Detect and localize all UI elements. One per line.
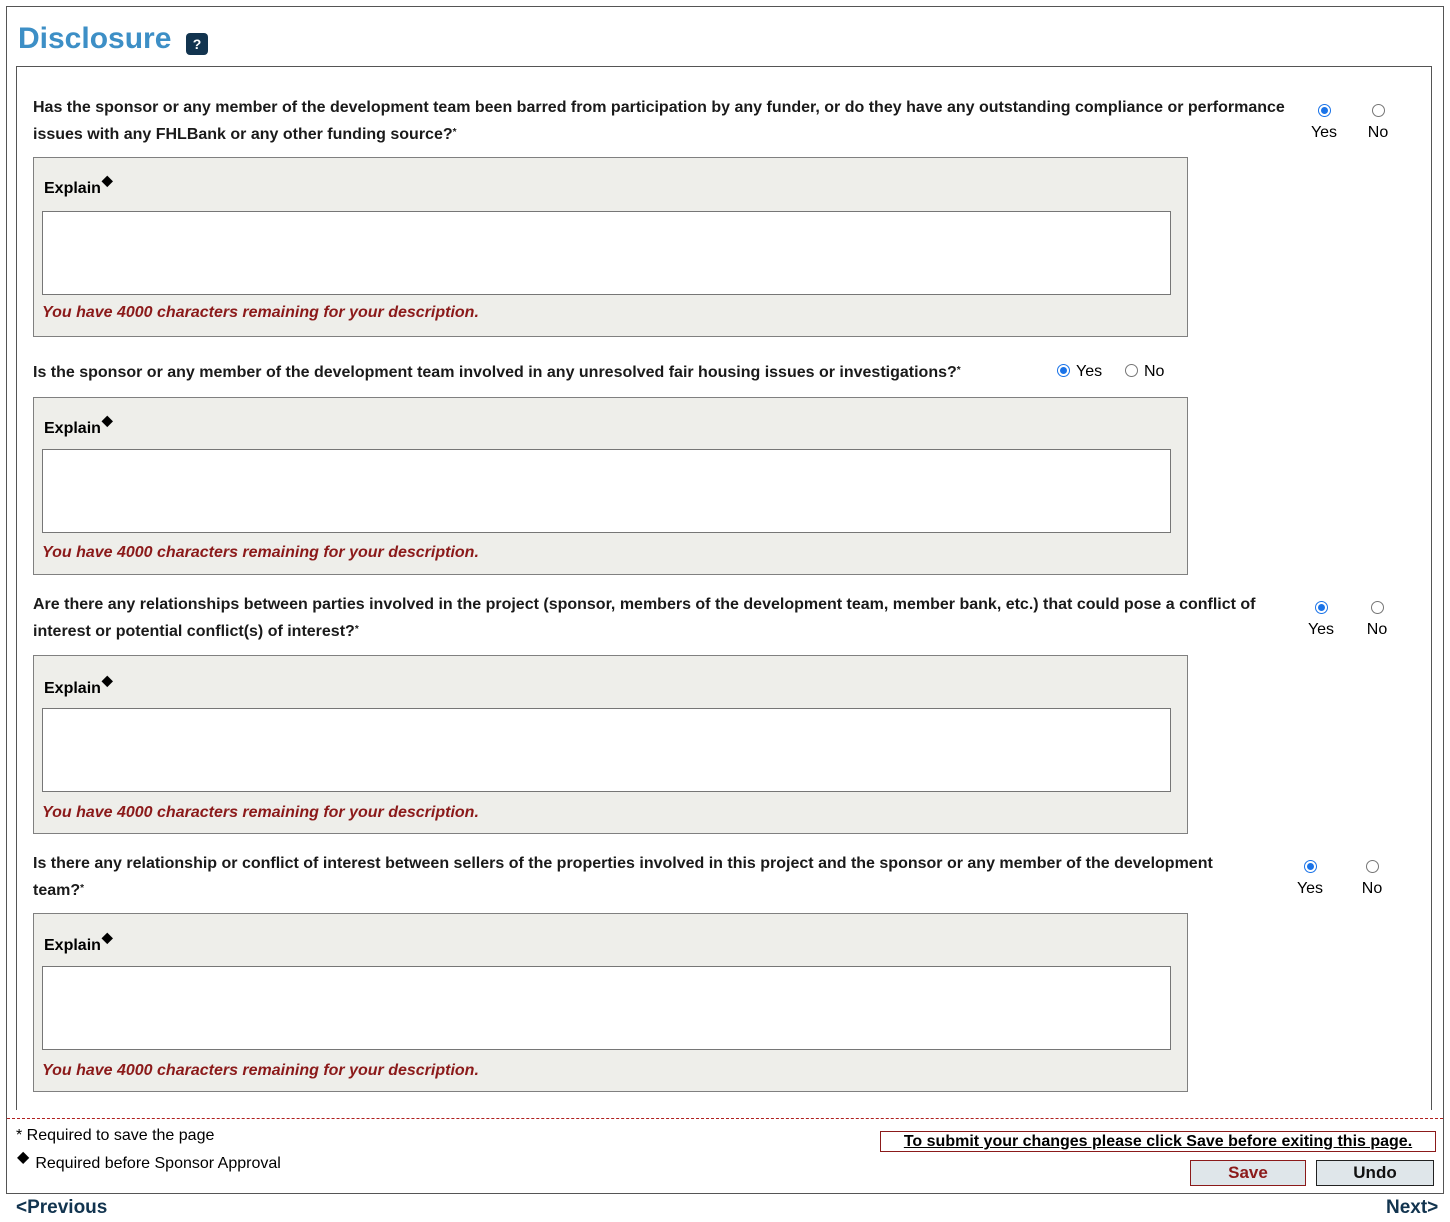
- explain-box-4: Explain◆ You have 4000 characters remain…: [33, 913, 1188, 1092]
- help-icon[interactable]: ?: [186, 33, 208, 55]
- question-3-no-radio[interactable]: [1370, 601, 1384, 614]
- characters-remaining: You have 4000 characters remaining for y…: [42, 804, 479, 821]
- question-3-yes-option[interactable]: Yes: [1301, 601, 1341, 639]
- required-diamond-icon: ◆: [101, 929, 113, 945]
- explain-box-2: Explain◆ You have 4000 characters remain…: [33, 397, 1188, 575]
- explain-textarea-1[interactable]: [42, 211, 1171, 295]
- yes-label: Yes: [1296, 880, 1324, 897]
- yes-label: Yes: [1076, 363, 1103, 380]
- question-2-label: Is the sponsor or any member of the deve…: [33, 364, 957, 381]
- no-label: No: [1366, 621, 1388, 638]
- characters-remaining: You have 4000 characters remaining for y…: [42, 544, 479, 561]
- no-label: No: [1144, 363, 1165, 380]
- required-asterisk: *: [354, 624, 359, 635]
- form-footer: * Required to save the page ◆ Required be…: [7, 1118, 1443, 1194]
- yes-label: Yes: [1310, 124, 1338, 141]
- required-diamond-icon: ◆: [101, 172, 113, 188]
- required-diamond-icon: ◆: [101, 412, 113, 428]
- question-2-no-radio[interactable]: [1125, 364, 1138, 377]
- question-2-yes-option[interactable]: Yes: [1057, 363, 1102, 381]
- explain-textarea-3[interactable]: [42, 708, 1171, 792]
- characters-remaining: You have 4000 characters remaining for y…: [42, 1062, 479, 1079]
- question-2-text: Is the sponsor or any member of the deve…: [33, 359, 961, 386]
- explain-label: Explain◆: [44, 412, 113, 438]
- question-4-yes-radio[interactable]: [1303, 860, 1317, 873]
- question-4-no-option[interactable]: No: [1352, 860, 1392, 898]
- no-label: No: [1367, 124, 1389, 141]
- explain-text: Explain: [44, 680, 101, 697]
- question-3-label: Are there any relationships between part…: [33, 596, 1256, 640]
- previous-link[interactable]: <Previous: [16, 1197, 107, 1219]
- required-diamond-icon: ◆: [17, 1149, 30, 1166]
- legend-approval-text: Required before Sponsor Approval: [35, 1155, 281, 1172]
- question-4-no-radio[interactable]: [1365, 860, 1379, 873]
- question-3-yes-radio[interactable]: [1314, 601, 1328, 614]
- question-3-text: Are there any relationships between part…: [33, 591, 1288, 645]
- explain-textarea-2[interactable]: [42, 449, 1171, 533]
- question-1-text: Has the sponsor or any member of the dev…: [33, 94, 1288, 148]
- next-link[interactable]: Next>: [1386, 1197, 1438, 1219]
- explain-box-3: Explain◆ You have 4000 characters remain…: [33, 655, 1188, 834]
- explain-text: Explain: [44, 420, 101, 437]
- explain-label: Explain◆: [44, 672, 113, 698]
- question-2-no-option[interactable]: No: [1125, 363, 1164, 381]
- explain-label: Explain◆: [44, 172, 113, 198]
- explain-textarea-4[interactable]: [42, 966, 1171, 1050]
- save-button[interactable]: Save: [1190, 1160, 1306, 1186]
- explain-text: Explain: [44, 180, 101, 197]
- question-1-yes-option[interactable]: Yes: [1304, 104, 1344, 142]
- required-asterisk: *: [452, 127, 457, 138]
- question-4-label: Is there any relationship or conflict of…: [33, 855, 1213, 899]
- yes-label: Yes: [1307, 621, 1335, 638]
- required-asterisk: *: [80, 883, 85, 894]
- question-4-yes-option[interactable]: Yes: [1290, 860, 1330, 898]
- question-1-label: Has the sponsor or any member of the dev…: [33, 99, 1285, 143]
- undo-button[interactable]: Undo: [1316, 1160, 1434, 1186]
- no-label: No: [1361, 880, 1383, 897]
- legend-required-save: * Required to save the page: [16, 1127, 215, 1144]
- page-title: Disclosure: [18, 22, 172, 55]
- legend-required-approval: ◆ Required before Sponsor Approval: [16, 1149, 281, 1173]
- explain-text: Explain: [44, 937, 101, 954]
- required-asterisk: *: [956, 365, 961, 376]
- question-1-no-radio[interactable]: [1371, 104, 1385, 117]
- explain-label: Explain◆: [44, 929, 113, 955]
- explain-box-1: Explain◆ You have 4000 characters remain…: [33, 157, 1188, 337]
- characters-remaining: You have 4000 characters remaining for y…: [42, 304, 479, 321]
- question-1-yes-radio[interactable]: [1317, 104, 1331, 117]
- question-1-no-option[interactable]: No: [1358, 104, 1398, 142]
- question-2-yes-radio[interactable]: [1057, 364, 1070, 377]
- submit-note: To submit your changes please click Save…: [880, 1131, 1436, 1152]
- required-diamond-icon: ◆: [101, 672, 113, 688]
- question-3-no-option[interactable]: No: [1357, 601, 1397, 639]
- question-4-text: Is there any relationship or conflict of…: [33, 850, 1233, 904]
